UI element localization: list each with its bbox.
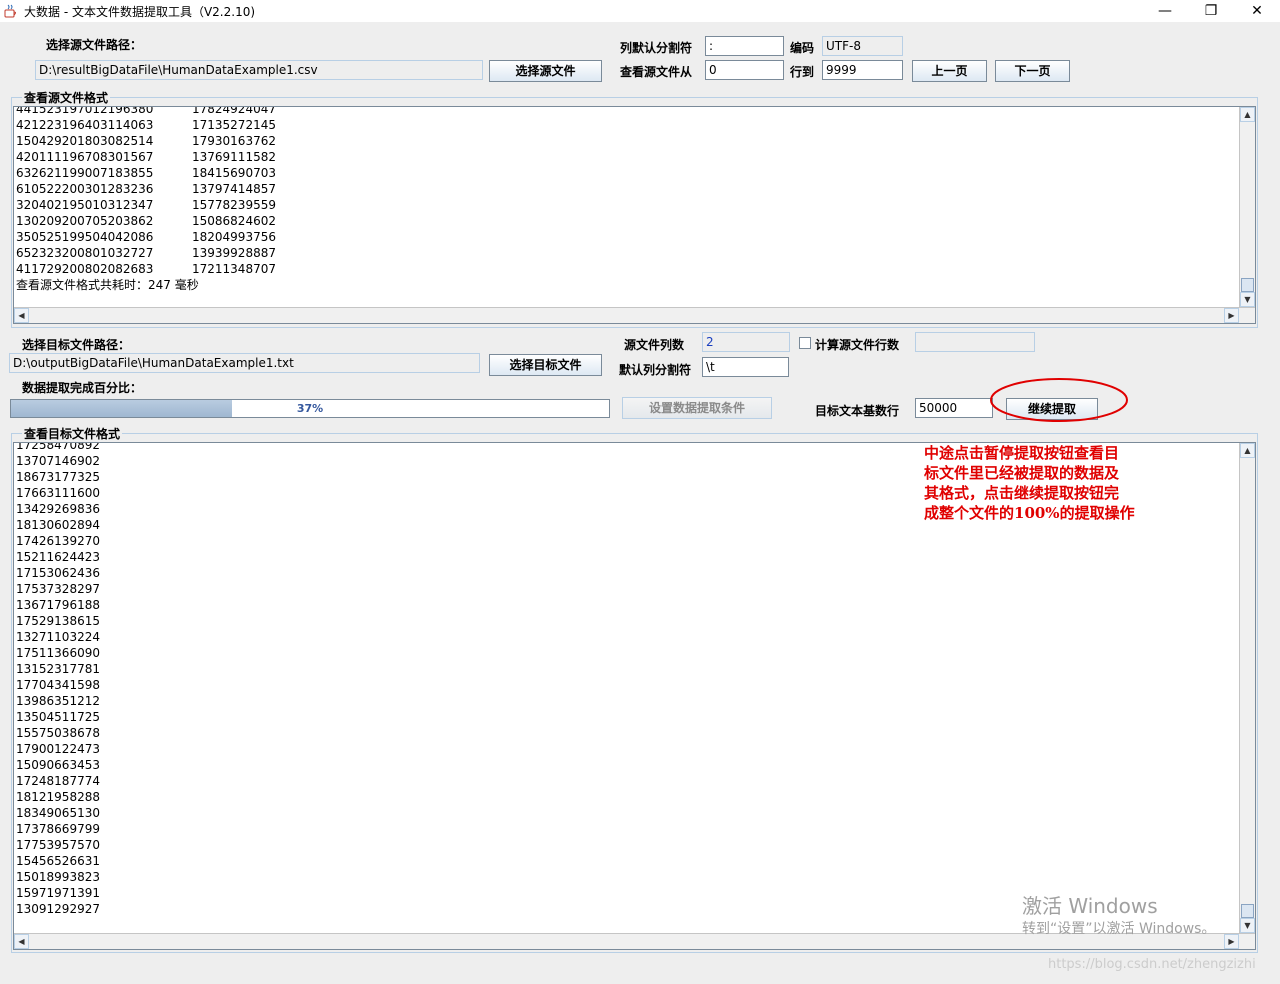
default-delim-label: 默认列分割符 [619,363,692,377]
target-row: 17900122473 [16,742,100,756]
target-row: 15971971391 [16,886,100,900]
target-row: 13671796188 [16,598,100,612]
target-row: 17248187774 [16,774,100,788]
target-row: 17537328297 [16,582,100,596]
target-row: 17704341598 [16,678,100,692]
source-row: 320402195010312347 15778239559 [16,198,276,212]
java-coffee-icon [4,4,16,18]
highlight-ellipse [990,378,1128,422]
target-path-label: 选择目标文件路径： [22,338,131,352]
progress-text: 37% [296,402,324,415]
to-line-field[interactable]: 9999 [822,60,903,80]
target-row: 17663111600 [16,486,100,500]
scroll-right-arrow-icon[interactable]: ▶ [1224,934,1239,949]
target-row: 13986351212 [16,694,100,708]
title-bar: 大数据 - 文本文件数据提取工具（V2.2.10) — ❐ ✕ [0,0,1280,22]
default-delim-field[interactable]: \t [702,357,789,377]
scroll-up-arrow-icon[interactable]: ▲ [1240,443,1255,458]
source-vertical-scrollbar[interactable]: ▲ ▼ [1239,107,1255,307]
to-line-label: 行到 [790,65,815,79]
target-row: 13271103224 [16,630,100,644]
source-path-label: 选择源文件路径： [46,38,143,52]
choose-target-file-button[interactable]: 选择目标文件 [489,354,602,376]
target-vertical-scrollbar[interactable]: ▲ ▼ [1239,443,1255,933]
view-from-field[interactable]: 0 [705,60,784,80]
target-row: 17511366090 [16,646,100,660]
source-row: 610522200301283236 13797414857 [16,182,276,196]
source-path-field[interactable]: D:\resultBigDataFile\HumanDataExample1.c… [35,60,483,80]
activate-windows-subtitle: 转到“设置”以激活 Windows。 [1022,921,1216,937]
source-row: 652323200801032727 13939928887 [16,246,276,260]
scroll-left-arrow-icon[interactable]: ◀ [14,308,29,323]
target-path-field[interactable]: D:\outputBigDataFile\HumanDataExample1.t… [9,353,480,373]
source-view-textarea[interactable]: 441523197012196380 17824924047 4212231964… [13,106,1256,324]
target-row: 15211624423 [16,550,100,564]
delimiter-field[interactable]: : [705,36,784,56]
scroll-thumb[interactable] [1241,278,1254,292]
target-row: 17753957570 [16,838,100,852]
source-partial-row: 441523197012196380 17824924047 [16,106,276,116]
target-row: 15575038678 [16,726,100,740]
extraction-progress-bar: 37% [10,399,610,418]
count-rows-label: 计算源文件行数 [815,338,900,352]
target-row: 13504511725 [16,710,100,724]
close-button[interactable]: ✕ [1234,0,1280,22]
source-timing-text: 查看源文件格式共耗时：247 毫秒 [16,278,199,292]
target-view-title: 查看目标文件格式 [22,425,123,442]
next-page-button[interactable]: 下一页 [995,60,1070,82]
target-row: 15090663453 [16,758,100,772]
encoding-field: UTF-8 [822,36,903,56]
set-conditions-button[interactable]: 设置数据提取条件 [622,397,772,419]
scroll-down-arrow-icon[interactable]: ▼ [1240,918,1255,933]
target-row: 13707146902 [16,454,100,468]
source-row: 130209200705203862 15086824602 [16,214,276,228]
minimize-button[interactable]: — [1142,0,1188,22]
encoding-label: 编码 [790,41,815,55]
source-view-title: 查看源文件格式 [22,89,111,106]
blog-url-watermark: https://blog.csdn.net/zhengzizhi [1048,957,1256,972]
source-row: 632621199007183855 18415690703 [16,166,276,180]
target-row: 17378669799 [16,822,100,836]
target-partial-row: 17258470892 [16,442,100,452]
target-row: 18673177325 [16,470,100,484]
activate-windows-title: 激活 Windows [1022,894,1158,918]
target-row: 15456526631 [16,854,100,868]
source-row: 421223196403114063 17135272145 [16,118,276,132]
source-horizontal-scrollbar[interactable]: ◀ ▶ [14,307,1255,323]
scroll-thumb[interactable] [1241,904,1254,918]
target-row: 13091292927 [16,902,100,916]
source-row: 350525199504042086 18204993756 [16,230,276,244]
target-row: 17426139270 [16,534,100,548]
view-from-label: 查看源文件从 [620,65,693,79]
base-rows-label: 目标文本基数行 [815,404,900,418]
target-row: 18121958288 [16,790,100,804]
target-row: 18130602894 [16,518,100,532]
target-row: 17153062436 [16,566,100,580]
scroll-right-arrow-icon[interactable]: ▶ [1224,308,1239,323]
scroll-up-arrow-icon[interactable]: ▲ [1240,107,1255,122]
delimiter-label: 列默认分割符 [620,41,693,55]
col-count-label: 源文件列数 [624,338,685,352]
target-row: 18349065130 [16,806,100,820]
annotation-text: 中途点击暂停提取按钮查看目 标文件里已经被提取的数据及 其格式，点击继续提取按钮… [924,444,1135,522]
target-row: 13152317781 [16,662,100,676]
target-row: 17529138615 [16,614,100,628]
source-row: 420111196708301567 13769111582 [16,150,276,164]
base-rows-field[interactable]: 50000 [915,398,993,418]
target-row: 15018993823 [16,870,100,884]
source-row: 150429201803082514 17930163762 [16,134,276,148]
source-row: 411729200802082683 17211348707 [16,262,276,276]
restore-button[interactable]: ❐ [1188,0,1234,22]
choose-source-file-button[interactable]: 选择源文件 [489,60,602,82]
col-count-field: 2 [702,332,790,352]
target-row: 13429269836 [16,502,100,516]
prev-page-button[interactable]: 上一页 [912,60,987,82]
progress-label: 数据提取完成百分比： [22,381,143,395]
count-rows-checkbox[interactable] [799,337,811,349]
window-title: 大数据 - 文本文件数据提取工具（V2.2.10) [24,5,256,19]
scroll-down-arrow-icon[interactable]: ▼ [1240,292,1255,307]
scroll-left-arrow-icon[interactable]: ◀ [14,934,29,949]
count-rows-field [915,332,1035,352]
